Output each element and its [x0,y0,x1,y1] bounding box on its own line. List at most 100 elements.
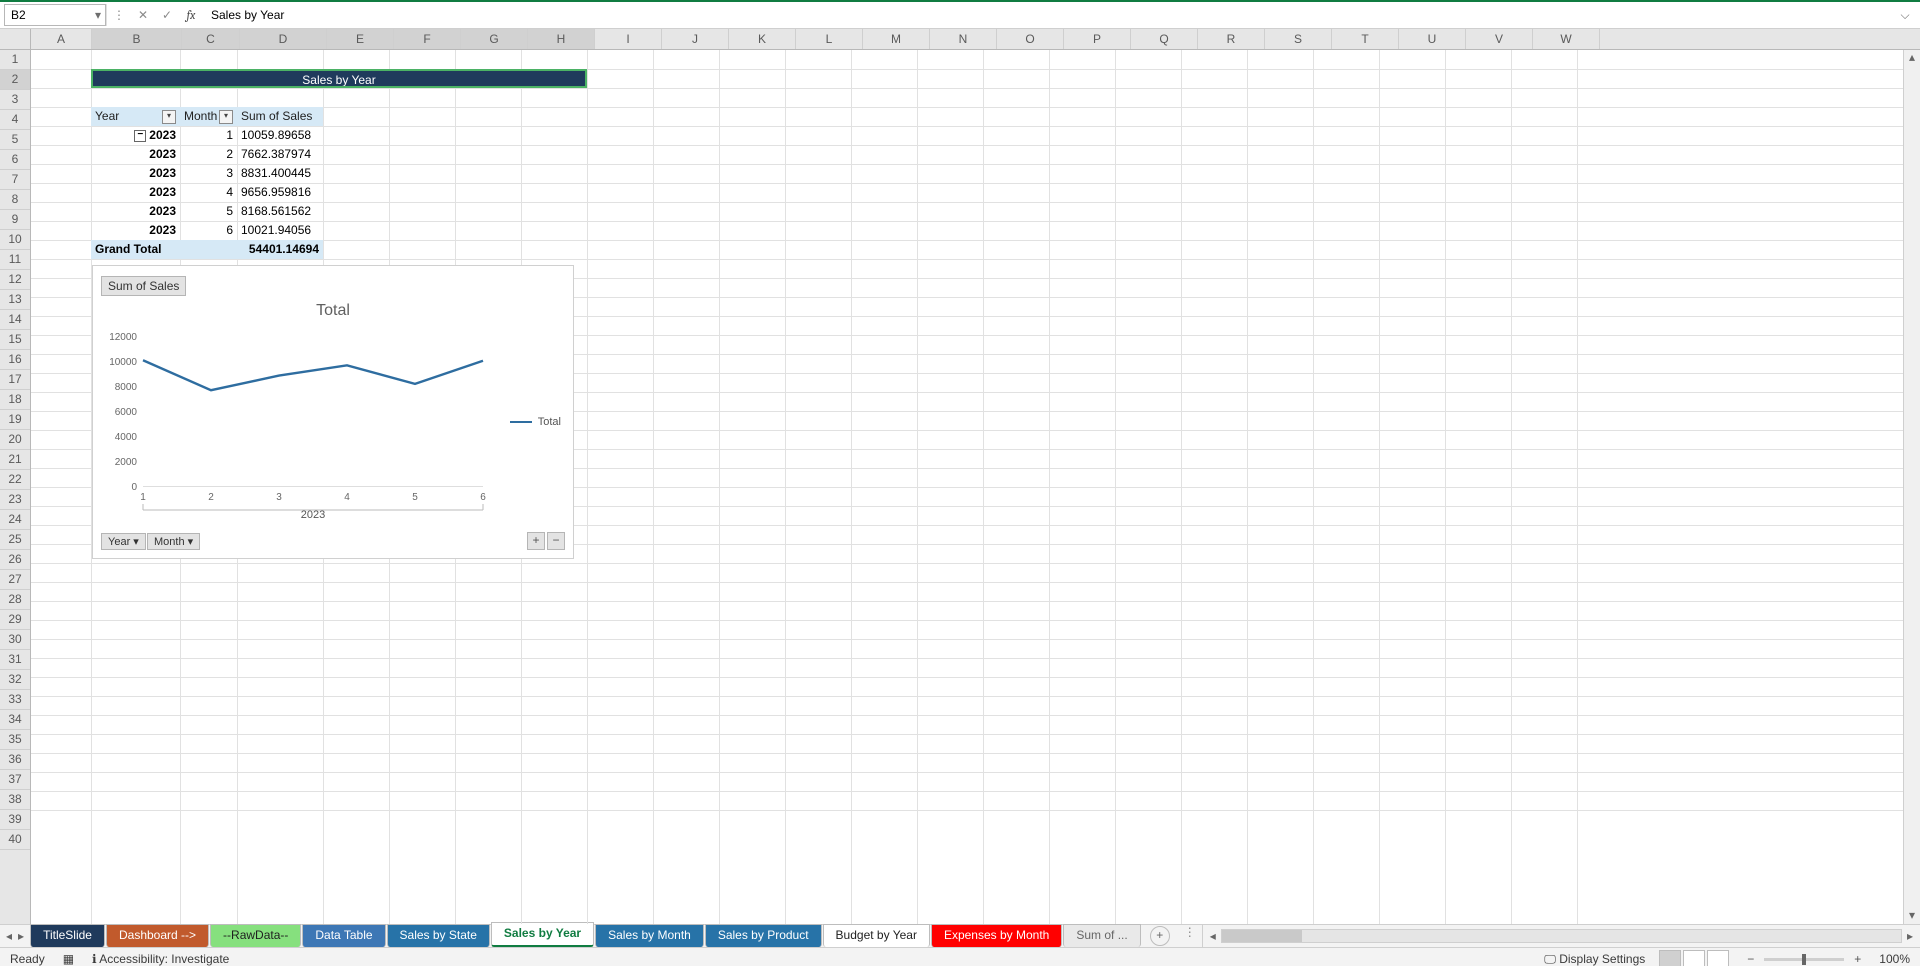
column-header-A[interactable]: A [31,29,92,49]
row-header-19[interactable]: 19 [0,410,30,430]
row-header-40[interactable]: 40 [0,830,30,850]
cells-area[interactable]: Sales by YearYear▾Month▾Sum of Sales−202… [31,50,1903,924]
scroll-down-icon[interactable]: ▾ [1904,908,1920,924]
chart-axis-pill-month[interactable]: Month ▾ [147,533,200,550]
row-header-27[interactable]: 27 [0,570,30,590]
zoom-level[interactable]: 100% [1879,952,1910,966]
new-sheet-button[interactable]: + [1150,926,1170,946]
row-header-14[interactable]: 14 [0,310,30,330]
column-header-T[interactable]: T [1332,29,1399,49]
sheet-tab-sum-of[interactable]: Sum of ... [1063,924,1140,947]
row-header-37[interactable]: 37 [0,770,30,790]
row-header-21[interactable]: 21 [0,450,30,470]
column-header-N[interactable]: N [930,29,997,49]
sheet-tab-budget-by-year[interactable]: Budget by Year [823,924,930,947]
column-header-O[interactable]: O [997,29,1064,49]
zoom-slider[interactable]: − + [1743,952,1865,966]
row-header-30[interactable]: 30 [0,630,30,650]
column-header-K[interactable]: K [729,29,796,49]
sheet-tab-data-table[interactable]: Data Table [302,924,385,947]
row-header-2[interactable]: 2 [0,70,30,90]
row-header-23[interactable]: 23 [0,490,30,510]
row-header-12[interactable]: 12 [0,270,30,290]
expand-formula-bar-icon[interactable]: ⌵ [1894,8,1916,23]
sheet-tab-rawdata[interactable]: --RawData-- [210,924,301,947]
column-header-J[interactable]: J [662,29,729,49]
column-header-F[interactable]: F [394,29,461,49]
name-box-dropdown-icon[interactable]: ▾ [95,8,105,22]
accessibility-status[interactable]: ℹ︎ Accessibility: Investigate [92,952,229,966]
column-header-Q[interactable]: Q [1131,29,1198,49]
cancel-formula-icon[interactable]: ✕ [131,4,155,26]
row-header-33[interactable]: 33 [0,690,30,710]
column-header-R[interactable]: R [1198,29,1265,49]
sheet-tab-expenses-by-month[interactable]: Expenses by Month [931,924,1062,947]
row-header-7[interactable]: 7 [0,170,30,190]
pivot-header-month[interactable]: Month▾ [180,107,237,126]
tab-nav-next-icon[interactable]: ▸ [18,929,24,943]
view-normal-icon[interactable] [1659,950,1681,966]
row-header-31[interactable]: 31 [0,650,30,670]
chart-collapse-button[interactable]: − [547,532,565,550]
row-header-28[interactable]: 28 [0,590,30,610]
sheet-tab-sales-by-product[interactable]: Sales by Product [705,924,822,947]
row-header-10[interactable]: 10 [0,230,30,250]
column-header-I[interactable]: I [595,29,662,49]
pivot-year-5[interactable]: −2023 [91,126,180,145]
vertical-scrollbar[interactable]: ▴ ▾ [1903,50,1920,924]
chart-expand-button[interactable]: + [527,532,545,550]
zoom-in-icon[interactable]: + [1850,952,1865,966]
row-header-11[interactable]: 11 [0,250,30,270]
row-header-38[interactable]: 38 [0,790,30,810]
hscroll-thumb[interactable] [1222,930,1302,942]
row-header-5[interactable]: 5 [0,130,30,150]
column-header-V[interactable]: V [1466,29,1533,49]
sheet-tab-sales-by-state[interactable]: Sales by State [387,924,490,947]
column-header-S[interactable]: S [1265,29,1332,49]
row-header-13[interactable]: 13 [0,290,30,310]
row-header-1[interactable]: 1 [0,50,30,70]
column-header-H[interactable]: H [528,29,595,49]
vscroll-track[interactable] [1904,66,1920,908]
zoom-thumb[interactable] [1802,954,1806,965]
scroll-left-icon[interactable]: ◂ [1205,929,1221,943]
column-header-B[interactable]: B [92,29,182,49]
pivot-header-year[interactable]: Year▾ [91,107,180,126]
chart-field-button[interactable]: Sum of Sales [101,276,186,296]
row-header-26[interactable]: 26 [0,550,30,570]
column-header-P[interactable]: P [1064,29,1131,49]
row-header-36[interactable]: 36 [0,750,30,770]
row-header-8[interactable]: 8 [0,190,30,210]
fx-icon[interactable]: fx [179,4,203,26]
column-header-W[interactable]: W [1533,29,1600,49]
column-header-L[interactable]: L [796,29,863,49]
row-header-18[interactable]: 18 [0,390,30,410]
column-header-D[interactable]: D [240,29,327,49]
sheet-tab-dashboard[interactable]: Dashboard --> [106,924,209,947]
column-header-E[interactable]: E [327,29,394,49]
row-header-4[interactable]: 4 [0,110,30,130]
row-header-3[interactable]: 3 [0,90,30,110]
column-header-G[interactable]: G [461,29,528,49]
row-header-6[interactable]: 6 [0,150,30,170]
row-header-29[interactable]: 29 [0,610,30,630]
name-box[interactable]: B2 ▾ [4,4,106,26]
scroll-right-icon[interactable]: ▸ [1902,929,1918,943]
enter-formula-icon[interactable]: ✓ [155,4,179,26]
row-header-35[interactable]: 35 [0,730,30,750]
row-header-39[interactable]: 39 [0,810,30,830]
row-header-9[interactable]: 9 [0,210,30,230]
row-header-34[interactable]: 34 [0,710,30,730]
pivot-chart[interactable]: Sum of Sales Total 020004000600080001000… [92,265,574,559]
horizontal-scrollbar[interactable]: ◂ ▸ [1202,925,1920,947]
formula-input[interactable]: Sales by Year [203,5,1894,25]
row-header-22[interactable]: 22 [0,470,30,490]
row-header-24[interactable]: 24 [0,510,30,530]
column-header-M[interactable]: M [863,29,930,49]
row-header-25[interactable]: 25 [0,530,30,550]
tab-nav-prev-icon[interactable]: ◂ [6,929,12,943]
chart-axis-pill-year[interactable]: Year ▾ [101,533,146,550]
zoom-out-icon[interactable]: − [1743,952,1758,966]
sheet-tab-sales-by-month[interactable]: Sales by Month [595,924,704,947]
column-header-U[interactable]: U [1399,29,1466,49]
